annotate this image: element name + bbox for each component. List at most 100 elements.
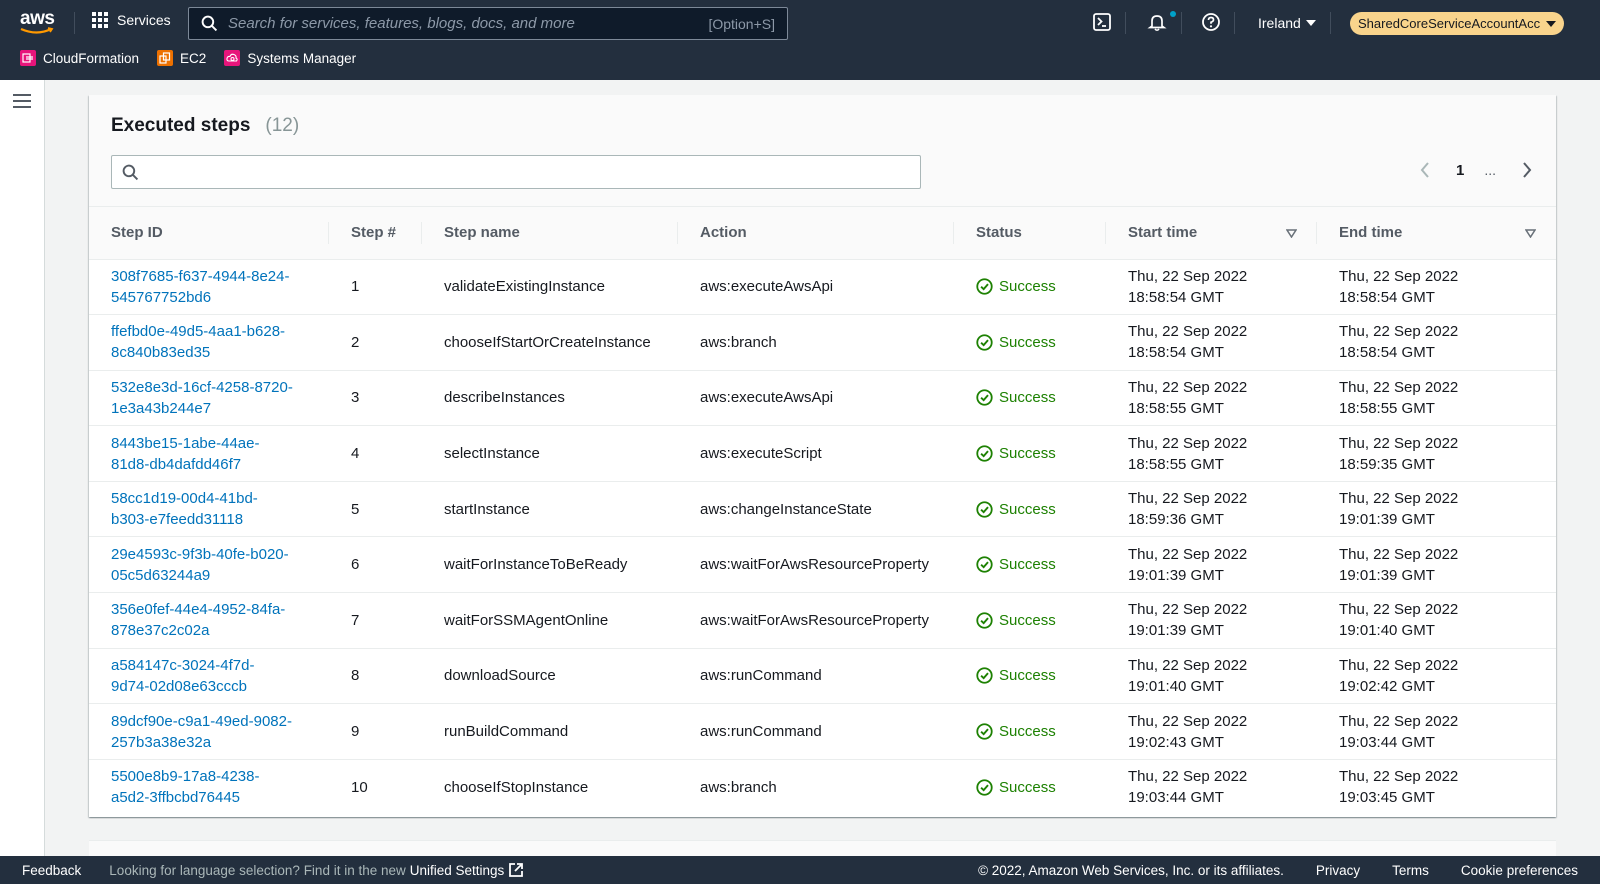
- search-icon: [122, 164, 139, 180]
- copyright: © 2022, Amazon Web Services, Inc. or its…: [978, 862, 1284, 878]
- column-label: Step #: [351, 224, 397, 242]
- terms-link[interactable]: Terms: [1392, 863, 1429, 878]
- cell-step-id: ffefbd0e-49d5-4aa1-b628- 8c840b83ed35: [89, 314, 329, 371]
- cell-step-name: chooseIfStopInstance: [444, 778, 589, 796]
- start-date: Thu, 22 Sep 2022: [1128, 434, 1248, 452]
- region-selector[interactable]: Ireland: [1258, 15, 1316, 31]
- step-id-link[interactable]: 89dcf90e-c9a1-49ed-9082- 257b3a38e32a: [111, 713, 292, 751]
- cell-action: aws:executeAwsApi: [678, 370, 954, 427]
- menu-icon[interactable]: [13, 94, 31, 108]
- table-row: 8443be15-1abe-44ae- 81d8-db4dafdd46f7 4 sel…: [89, 425, 1556, 482]
- cell-status: Success: [954, 648, 1106, 705]
- services-label: Services: [117, 12, 171, 28]
- cell-start-time: Thu, 22 Sep 2022 18:58:55 GMT: [1106, 425, 1317, 482]
- column-header-step-id[interactable]: Step ID: [89, 207, 329, 260]
- notifications-button[interactable]: [1147, 12, 1169, 34]
- cloudshell-button[interactable]: [1092, 12, 1114, 34]
- search-icon: [201, 15, 218, 32]
- table-row: 5500e8b9-17a8-4238- a5d2-3ffbcbd76445 10 ch…: [89, 759, 1556, 815]
- status-badge: Success: [976, 665, 1084, 686]
- column-header-step-number[interactable]: Step #: [329, 207, 422, 260]
- steps-filter[interactable]: [111, 155, 921, 189]
- step-id-link[interactable]: 58cc1d19-00d4-41bd-b303-e7feedd31118: [111, 490, 258, 528]
- favorite-systems-manager[interactable]: Systems Manager: [224, 50, 356, 66]
- end-clock: 19:03:44 GMT: [1339, 733, 1435, 751]
- step-id-link[interactable]: ffefbd0e-49d5-4aa1-b628- 8c840b83ed35: [111, 323, 285, 361]
- start-clock: 18:58:54 GMT: [1128, 288, 1224, 306]
- end-clock: 19:01:40 GMT: [1339, 622, 1435, 640]
- cell-start-time: Thu, 22 Sep 2022 18:59:36 GMT: [1106, 481, 1317, 538]
- cell-action: aws:waitForAwsResourceProperty: [678, 536, 954, 594]
- table-row: 89dcf90e-c9a1-49ed-9082- 257b3a38e32a 9 run…: [89, 703, 1556, 760]
- status-text: Success: [999, 667, 1056, 685]
- cell-step-name: waitForInstanceToBeReady: [422, 536, 678, 594]
- step-id-part: 545767752bd6: [111, 288, 212, 306]
- nav-divider: [1181, 12, 1182, 34]
- help-button[interactable]: [1201, 12, 1223, 34]
- favorite-cloudformation[interactable]: CloudFormation: [20, 50, 139, 66]
- services-menu-button[interactable]: Services: [92, 12, 171, 28]
- start-date: Thu, 22 Sep 2022: [1128, 267, 1248, 285]
- start-clock: 18:58:54 GMT: [1128, 344, 1224, 362]
- cookie-preferences-link[interactable]: Cookie preferences: [1461, 863, 1578, 878]
- unified-settings-link[interactable]: Unified Settings: [410, 862, 525, 878]
- status-badge: Success: [976, 443, 1084, 464]
- end-date: Thu, 22 Sep 2022: [1339, 267, 1459, 285]
- step-id-part: b303-e7feedd31118: [111, 511, 244, 529]
- search-placeholder: Search for services, features, blogs, do…: [228, 15, 575, 32]
- help-icon: [1202, 13, 1220, 31]
- step-id-link[interactable]: 532e8e3d-16cf-4258-8720- 1e3a43b244e7: [111, 379, 293, 417]
- table-row: ffefbd0e-49d5-4aa1-b628- 8c840b83ed35 2 cho…: [89, 314, 1556, 371]
- cell-step-number: 3: [329, 370, 422, 427]
- table-row: 532e8e3d-16cf-4258-8720- 1e3a43b244e7 3 des…: [89, 370, 1556, 427]
- step-id-part: 8c840b83ed35: [111, 344, 211, 362]
- nav-divider: [1234, 12, 1235, 34]
- step-id-link[interactable]: 29e4593c-9f3b-40fe-b020- 05c5d63244a9: [111, 546, 289, 584]
- column-label: Step name: [444, 224, 520, 242]
- favorite-ec2[interactable]: EC2: [157, 50, 206, 66]
- sort-icon[interactable]: [1525, 229, 1536, 238]
- next-page-button[interactable]: [1516, 159, 1538, 181]
- step-id-part: 8443be15-1abe-44ae-: [111, 434, 260, 452]
- end-clock: 19:01:39 GMT: [1339, 511, 1435, 529]
- pagination: 1 ...: [1414, 159, 1538, 181]
- step-id-link[interactable]: 8443be15-1abe-44ae- 81d8-db4dafdd46f7: [111, 435, 259, 473]
- previous-page-button[interactable]: [1414, 159, 1436, 181]
- column-label: Start time: [1128, 224, 1198, 242]
- column-header-action[interactable]: Action: [678, 207, 954, 260]
- sort-icon[interactable]: [1286, 229, 1297, 238]
- global-search-input[interactable]: Search for services, features, blogs, do…: [188, 7, 788, 40]
- unified-settings-label: Unified Settings: [409, 862, 505, 878]
- table-row: 58cc1d19-00d4-41bd-b303-e7feedd31118 5 sta…: [89, 481, 1556, 538]
- step-id-link[interactable]: 356e0fef-44e4-4952-84fa- 878e37c2c02a: [111, 601, 285, 639]
- feedback-link[interactable]: Feedback: [22, 863, 81, 878]
- cell-end-time: Thu, 22 Sep 2022 19:01:39 GMT: [1317, 536, 1556, 594]
- step-id-link[interactable]: 308f7685-f637-4944-8e24- 545767752bd6: [111, 268, 289, 306]
- column-header-end-time[interactable]: End time: [1317, 207, 1556, 260]
- aws-logo[interactable]: aws: [20, 9, 56, 38]
- step-id-part: 81d8-db4dafdd46f7: [111, 455, 242, 473]
- status-badge: Success: [976, 387, 1084, 408]
- cell-action: aws:branch: [678, 314, 954, 371]
- privacy-link[interactable]: Privacy: [1316, 863, 1360, 878]
- step-id-link[interactable]: 5500e8b9-17a8-4238- a5d2-3ffbcbd76445: [111, 768, 259, 806]
- step-id-part: 1e3a43b244e7: [111, 399, 212, 417]
- step-id-link[interactable]: a584147c-3024-4f7d- 9d74-02d08e63cccb: [111, 657, 254, 695]
- language-prompt: Looking for language selection? Find it …: [109, 862, 406, 878]
- steps-filter-input[interactable]: [147, 164, 910, 180]
- cell-step-number: 2: [329, 314, 422, 371]
- page-1-button[interactable]: 1: [1456, 162, 1464, 179]
- start-clock: 19:01:39 GMT: [1128, 566, 1224, 584]
- start-date: Thu, 22 Sep 2022: [1128, 601, 1248, 619]
- column-label: Step ID: [111, 224, 163, 242]
- column-header-start-time[interactable]: Start time: [1106, 207, 1317, 260]
- cell-action: aws:changeInstanceState: [678, 481, 954, 538]
- column-header-step-name[interactable]: Step name: [422, 207, 678, 260]
- cell-step-id: 5500e8b9-17a8-4238- a5d2-3ffbcbd76445: [89, 759, 329, 815]
- start-clock: 18:58:55 GMT: [1128, 455, 1224, 473]
- footer-links: © 2022, Amazon Web Services, Inc. or its…: [978, 856, 1578, 884]
- account-menu[interactable]: SharedCoreServiceAccountAcces...: [1350, 12, 1564, 35]
- cell-status: Success: [954, 536, 1106, 594]
- start-clock: 19:01:39 GMT: [1128, 622, 1224, 640]
- column-header-status[interactable]: Status: [954, 207, 1106, 260]
